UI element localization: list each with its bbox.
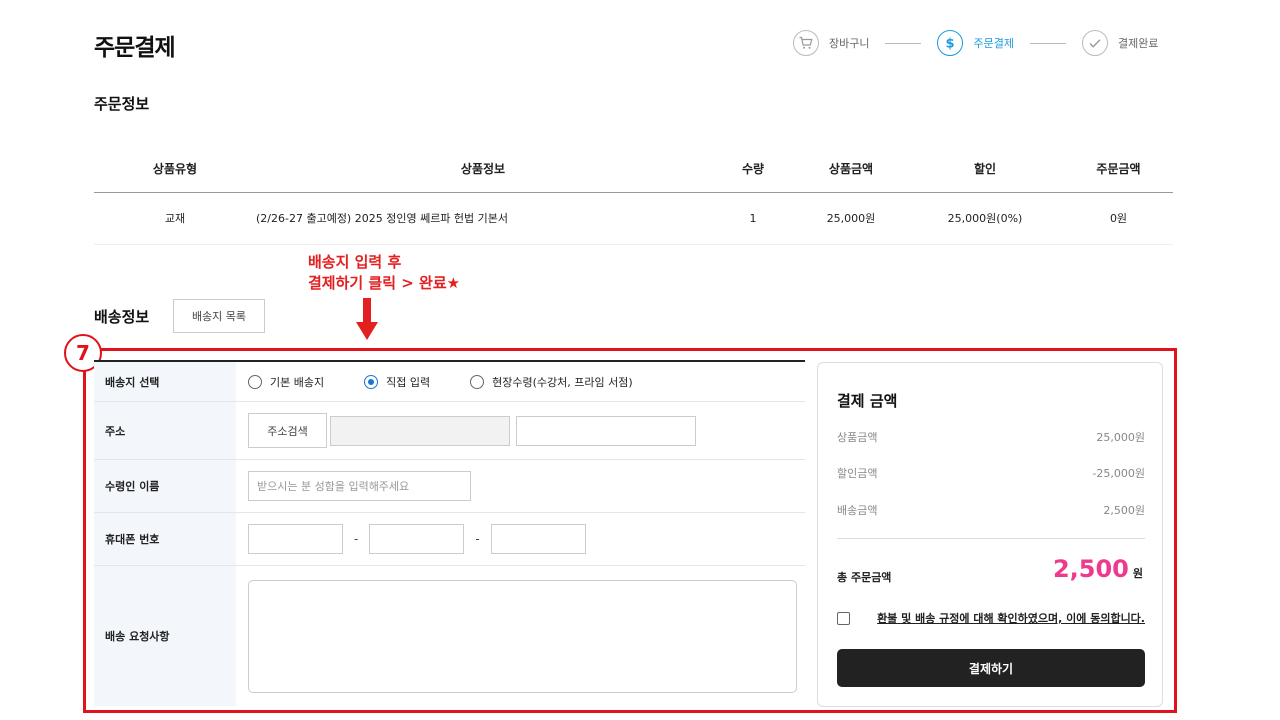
phone-row: 휴대폰 번호 - - — [94, 513, 805, 566]
page-title: 주문결제 — [94, 35, 176, 61]
payment-row-label: 할인금액 — [837, 467, 878, 480]
step-divider — [1029, 42, 1066, 44]
step-complete: 결제완료 — [1081, 30, 1159, 56]
column-header: 상품금액 — [796, 146, 906, 193]
radio-label: 직접 입력 — [386, 375, 431, 389]
column-header: 상품유형 — [94, 146, 256, 193]
step-divider — [885, 42, 922, 44]
address-row: 주소 주소검색 — [94, 402, 805, 460]
total-amount-unit: 원 — [1132, 567, 1143, 580]
table-row: 교재 (2/26-27 출고예정) 2025 정인영 쎄르파 헌법 기본서 1 … — [94, 192, 1173, 245]
address-detail-input[interactable] — [516, 415, 696, 446]
phone-part-1-input[interactable] — [248, 524, 343, 554]
order-info-title: 주문정보 — [94, 95, 150, 113]
phone-separator: - — [475, 532, 480, 546]
agreement-checkbox[interactable] — [837, 611, 850, 625]
payment-row-label: 상품금액 — [837, 431, 878, 444]
dollar-icon: $ — [937, 30, 964, 56]
payment-title: 결제 금액 — [837, 392, 898, 410]
product-type: 교재 — [94, 192, 256, 245]
delivery-memo-textarea[interactable] — [248, 579, 797, 693]
zipcode-input[interactable] — [330, 415, 510, 446]
annotation-line-1: 배송지 입력 후 — [308, 253, 402, 271]
payment-row-value: 25,000원 — [1096, 431, 1145, 444]
product-qty: 1 — [710, 192, 796, 245]
phone-fields: - - — [236, 513, 805, 565]
shipping-select-options: 기본 배송지 직접 입력 현장수령(수강처, 프라임 서점) — [236, 362, 805, 401]
phone-separator: - — [354, 532, 359, 546]
column-header: 주문금액 — [1064, 146, 1173, 193]
payment-row-product: 상품금액 25,000원 — [837, 429, 1145, 445]
phone-part-3-input[interactable] — [490, 524, 586, 554]
order-table-header: 상품유형 상품정보 수량 상품금액 할인 주문금액 — [94, 146, 1173, 193]
product-info: (2/26-27 출고예정) 2025 정인영 쎄르파 헌법 기본서 — [256, 192, 710, 245]
radio-label: 현장수령(수강처, 프라임 서점) — [492, 375, 633, 389]
shipping-info-title: 배송정보 — [94, 308, 150, 326]
payment-summary: 결제 금액 상품금액 25,000원 할인금액 -25,000원 배송금액 2,… — [817, 362, 1163, 707]
payment-row-label: 배송금액 — [837, 504, 878, 517]
payment-divider — [837, 538, 1145, 539]
payment-row-discount: 할인금액 -25,000원 — [837, 465, 1145, 481]
checkout-stepper: 장바구니 $ 주문결제 결제완료 — [793, 30, 1158, 56]
pay-button[interactable]: 결제하기 — [837, 649, 1145, 687]
column-header: 수량 — [710, 146, 796, 193]
recipient-name-input[interactable] — [248, 471, 471, 501]
delivery-memo-label: 배송 요청사항 — [94, 566, 236, 706]
step-payment-label: 주문결제 — [973, 37, 1014, 50]
shipping-select-label: 배송지 선택 — [94, 362, 236, 401]
product-discount: 25,000원(0%) — [906, 192, 1064, 245]
shipping-select-row: 배송지 선택 기본 배송지 직접 입력 현장수령(수강처, 프라임 서점) — [94, 362, 805, 402]
radio-label: 기본 배송지 — [270, 375, 325, 389]
payment-row-value: 2,500원 — [1103, 504, 1145, 517]
phone-label: 휴대폰 번호 — [94, 513, 236, 565]
step-payment: $ 주문결제 — [937, 30, 1014, 56]
payment-row-value: -25,000원 — [1092, 467, 1145, 480]
radio-direct-input[interactable]: 직접 입력 — [364, 374, 430, 390]
radio-default-address[interactable]: 기본 배송지 — [248, 374, 324, 390]
arrow-down-icon — [356, 298, 378, 340]
address-list-button[interactable]: 배송지 목록 — [173, 299, 265, 333]
address-fields: 주소검색 — [236, 402, 805, 459]
radio-icon — [470, 374, 485, 389]
radio-icon — [248, 374, 262, 389]
delivery-memo-row: 배송 요청사항 — [94, 566, 805, 706]
step-complete-label: 결제완료 — [1117, 37, 1159, 50]
payment-row-shipping: 배송금액 2,500원 — [837, 502, 1145, 518]
phone-part-2-input[interactable] — [369, 524, 465, 554]
total-amount: 2,500 원 — [1053, 555, 1143, 583]
column-header: 할인 — [906, 146, 1064, 193]
shipping-form: 배송지 선택 기본 배송지 직접 입력 현장수령(수강처, 프라임 서점) 주소… — [94, 360, 805, 706]
total-amount-value: 2,500 — [1052, 555, 1129, 583]
delivery-memo-field — [236, 566, 805, 706]
radio-checked-icon — [364, 374, 379, 389]
address-search-button[interactable]: 주소검색 — [248, 413, 327, 448]
step-cart-label: 장바구니 — [829, 37, 870, 50]
check-icon — [1081, 30, 1108, 56]
agreement-text[interactable]: 환불 및 배송 규정에 대해 확인하였으며, 이에 동의합니다. — [877, 610, 1145, 626]
cart-icon — [793, 30, 819, 56]
recipient-name-row: 수령인 이름 — [94, 460, 805, 513]
agreement-row: 환불 및 배송 규정에 대해 확인하였으며, 이에 동의합니다. — [837, 610, 1145, 626]
product-price: 25,000원 — [796, 192, 906, 245]
annotation-text: 배송지 입력 후 결제하기 클릭 > 완료★ — [308, 252, 460, 294]
recipient-name-label: 수령인 이름 — [94, 460, 236, 512]
annotation-line-2: 결제하기 클릭 > 완료★ — [308, 274, 461, 292]
radio-pickup[interactable]: 현장수령(수강처, 프라임 서점) — [470, 374, 633, 390]
address-label: 주소 — [94, 402, 236, 459]
order-table: 상품유형 상품정보 수량 상품금액 할인 주문금액 교재 (2/26-27 출고… — [94, 146, 1173, 245]
product-total: 0원 — [1064, 192, 1173, 245]
recipient-name-field — [236, 460, 805, 512]
total-label: 총 주문금액 — [837, 571, 892, 584]
column-header: 상품정보 — [256, 146, 710, 193]
step-cart: 장바구니 — [793, 30, 869, 56]
svg-text:$: $ — [946, 37, 955, 52]
